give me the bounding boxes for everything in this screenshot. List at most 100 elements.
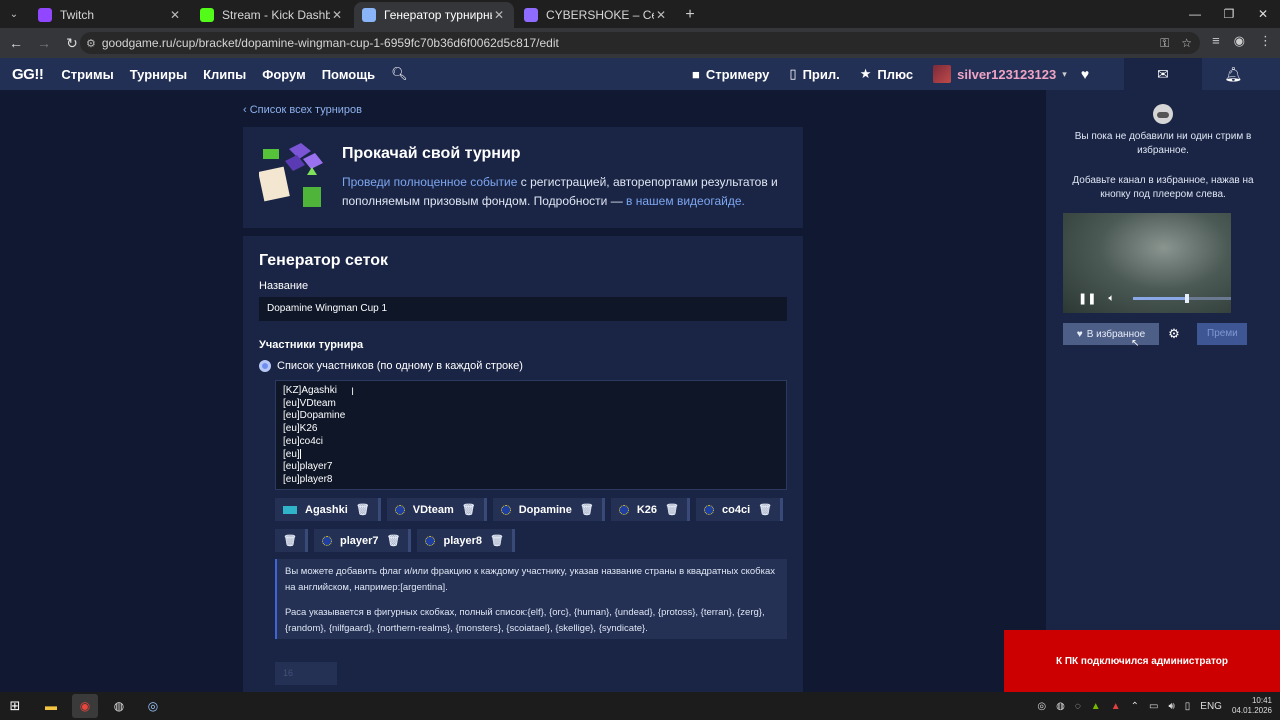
participant-count-input[interactable]: 16 xyxy=(275,662,337,685)
site-logo[interactable]: GG!! xyxy=(12,66,44,83)
eu-flag-icon xyxy=(618,504,629,515)
tray-icon-2[interactable]: ◌ xyxy=(1075,701,1081,712)
participant-chip: Dopamine 🗑︎ xyxy=(492,498,605,521)
premium-button[interactable]: Преми xyxy=(1197,323,1247,345)
new-tab-button[interactable]: + xyxy=(676,2,704,28)
password-key-icon[interactable]: ⚿ xyxy=(1160,36,1169,51)
obs-icon[interactable]: ◍ xyxy=(106,694,132,718)
steam-icon[interactable]: ◎ xyxy=(140,694,166,718)
participants-list-radio[interactable]: Список участников (по одному в каждой ст… xyxy=(259,360,523,372)
battery-icon[interactable]: ▯ xyxy=(1185,701,1191,712)
browser-tab-bar: ⌄ Twitch✕Stream - Kick Dashboard✕Генерат… xyxy=(0,0,1280,28)
tab-close-icon[interactable]: ✕ xyxy=(654,8,668,22)
restore-icon[interactable]: ❐ xyxy=(1212,0,1246,28)
raccoon-mascot-icon xyxy=(1153,104,1173,124)
participant-line-text: [eu]VDteam xyxy=(283,397,336,409)
network-icon[interactable]: ▭ xyxy=(1149,701,1158,712)
video-player[interactable]: ❚❚ 🔈︎ xyxy=(1063,213,1231,313)
add-to-favorites-button[interactable]: ♥ В избранное xyxy=(1063,323,1159,345)
pause-icon[interactable]: ❚❚ xyxy=(1078,292,1096,305)
favorites-heart-icon[interactable]: ♥ xyxy=(1046,66,1124,82)
browser-tab[interactable]: Генератор турнирных сеток – ✕ xyxy=(354,2,514,28)
chip-name: VDteam xyxy=(412,503,454,516)
media-controls-icon[interactable]: ≡ xyxy=(1212,33,1220,49)
chip-name: player7 xyxy=(339,534,379,547)
info-races-text: Раса указывается в фигурных скобках, пол… xyxy=(285,607,765,634)
profile-icon[interactable]: ◉ xyxy=(1234,33,1245,49)
volume-slider[interactable] xyxy=(1133,294,1231,303)
participant-chip: 🗑︎ xyxy=(275,529,308,552)
tournament-name-input[interactable]: Dopamine Wingman Cup 1 xyxy=(259,297,787,321)
close-window-icon[interactable]: ✕ xyxy=(1246,0,1280,28)
delete-trash-icon[interactable]: 🗑︎ xyxy=(387,534,401,547)
clock[interactable]: 10:41 04.01.2026 xyxy=(1232,696,1272,716)
chrome-icon[interactable]: ◉ xyxy=(72,694,98,718)
participant-chip: player7 🗑︎ xyxy=(313,529,412,552)
participant-line-text: [eu]co4ci xyxy=(283,435,324,447)
tab-close-icon[interactable]: ✕ xyxy=(168,8,182,22)
tournaments-list-link[interactable]: ‹ Список всех турниров xyxy=(243,104,362,116)
back-arrow-icon[interactable]: ← xyxy=(4,31,28,55)
nav-tournaments[interactable]: Турниры xyxy=(130,67,187,82)
search-icon[interactable]: 🔍︎ xyxy=(391,66,408,82)
nav-forum[interactable]: Форум xyxy=(262,67,305,82)
participant-line: [eu]K26 xyxy=(283,423,779,436)
tab-close-icon[interactable]: ✕ xyxy=(330,8,344,22)
nav-clips[interactable]: Клипы xyxy=(203,67,246,82)
favorites-sidebar: Вы пока не добавили ни один стрим в избр… xyxy=(1046,90,1280,630)
bookmark-star-icon[interactable]: ☆ xyxy=(1181,36,1192,50)
file-explorer-icon[interactable]: ▬ xyxy=(38,694,64,718)
delete-trash-icon[interactable]: 🗑︎ xyxy=(462,503,476,516)
address-bar[interactable]: ⚙ goodgame.ru/cup/bracket/dopamine-wingm… xyxy=(80,32,1200,54)
full-event-link[interactable]: Проведи полноценное событие xyxy=(342,175,517,189)
delete-trash-icon[interactable]: 🗑︎ xyxy=(665,503,679,516)
participant-line-text: [eu]K26 xyxy=(283,423,318,435)
chip-name: K26 xyxy=(636,503,658,516)
participant-line: [eu] xyxy=(283,449,779,462)
nvidia-tray-icon[interactable]: ▲ xyxy=(1091,701,1101,712)
notifications-bell-icon[interactable]: 🔔︎25 xyxy=(1202,66,1280,83)
delete-trash-icon[interactable]: 🗑︎ xyxy=(356,503,370,516)
volume-handle[interactable] xyxy=(1184,294,1189,303)
steam-tray-icon[interactable]: ◎ xyxy=(1037,701,1046,712)
tray-icon-1[interactable]: ◍ xyxy=(1056,701,1065,712)
chip-name: co4ci xyxy=(722,503,751,516)
settings-gear-icon[interactable]: ⚙ xyxy=(1164,323,1184,345)
chip-name: Dopamine xyxy=(518,503,572,516)
plus-link[interactable]: ★ Плюс xyxy=(860,66,913,82)
speaker-icon[interactable]: 🔊︎ xyxy=(1168,701,1174,712)
eu-flag-icon xyxy=(704,504,715,515)
site-info-icon[interactable]: ⚙ xyxy=(86,37,96,50)
participant-line-text: [eu]player8 xyxy=(283,473,333,485)
browser-tab[interactable]: Twitch ✕ xyxy=(30,2,190,28)
nav-streams[interactable]: Стримы xyxy=(61,67,113,82)
app-link[interactable]: ▯ Прил. xyxy=(789,66,839,82)
browser-menu-icon[interactable]: ⋮ xyxy=(1259,33,1272,49)
browser-tab[interactable]: CYBERSHOKE – Серверы КС 2✕ xyxy=(516,2,676,28)
admin-connected-toast: К ПК подключился администратор xyxy=(1004,630,1280,692)
hidden-icons-chevron-icon[interactable]: ⌃ xyxy=(1131,701,1139,712)
info-flags-text: Вы можете добавить флаг и/или фракцию к … xyxy=(285,566,775,593)
tab-close-icon[interactable]: ✕ xyxy=(492,8,506,22)
delete-trash-icon[interactable]: 🗑︎ xyxy=(490,534,504,547)
url-text: goodgame.ru/cup/bracket/dopamine-wingman… xyxy=(101,36,559,50)
minimize-icon[interactable]: — xyxy=(1178,0,1212,28)
language-indicator[interactable]: ENG xyxy=(1200,701,1222,712)
participant-chip: player8 🗑︎ xyxy=(417,529,515,552)
delete-trash-icon[interactable]: 🗑︎ xyxy=(580,503,594,516)
tab-search-button[interactable]: ⌄ xyxy=(0,0,28,28)
streamer-link[interactable]: ■ Стримеру xyxy=(692,67,769,82)
main-nav: Стримы Турниры Клипы Форум Помощь xyxy=(61,67,375,82)
video-guide-link[interactable]: в нашем видеогайде. xyxy=(626,194,745,208)
delete-trash-icon[interactable]: 🗑︎ xyxy=(758,503,772,516)
forward-arrow-icon[interactable]: → xyxy=(32,31,56,55)
radio-label: Список участников (по одному в каждой ст… xyxy=(277,360,523,372)
bracket-generator-panel: Генератор сеток Название Dopamine Wingma… xyxy=(243,236,803,696)
delete-trash-icon[interactable]: 🗑︎ xyxy=(283,534,297,547)
windows-start-icon[interactable]: ⊞ xyxy=(0,698,30,714)
volume-icon[interactable]: 🔈︎ xyxy=(1108,293,1114,304)
nav-help[interactable]: Помощь xyxy=(322,67,375,82)
security-tray-icon[interactable]: ▲ xyxy=(1111,701,1121,712)
messages-envelope-icon[interactable]: ✉ xyxy=(1124,58,1202,90)
browser-tab[interactable]: Stream - Kick Dashboard✕ xyxy=(192,2,352,28)
